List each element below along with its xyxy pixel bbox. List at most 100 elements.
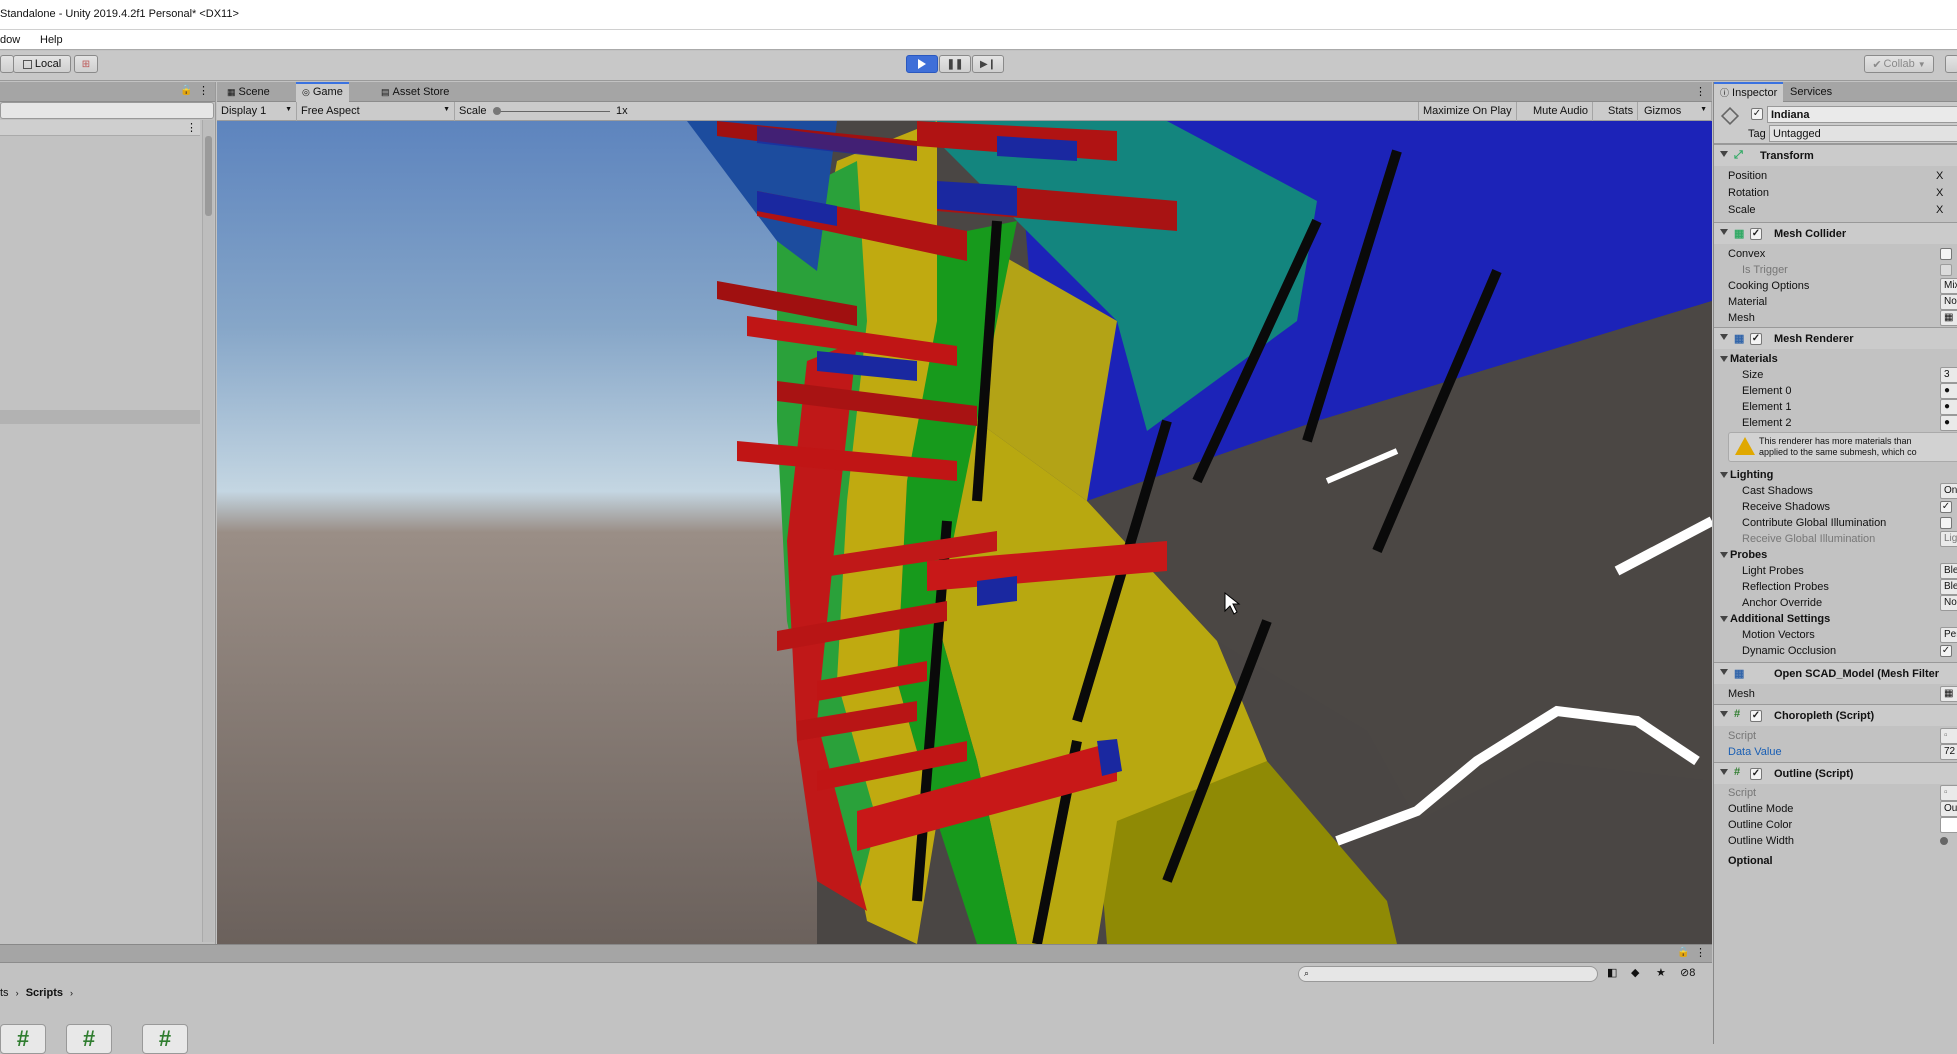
material-slot-2[interactable]: ● xyxy=(1940,415,1957,431)
tab-scene[interactable]: ▦ Scene xyxy=(221,82,276,102)
enabled-checkbox[interactable]: ✓ xyxy=(1750,710,1762,722)
object-name: Indiana xyxy=(1771,109,1810,121)
display-label: Display 1 xyxy=(221,105,267,117)
step-button[interactable]: ▶❙ xyxy=(972,55,1004,73)
check-icon: ✔ xyxy=(1872,58,1882,71)
snap-button[interactable]: ⊞ xyxy=(74,55,98,73)
receive-shadows-checkbox[interactable]: ✓ xyxy=(1940,501,1952,513)
breadcrumb-item[interactable]: ts xyxy=(0,987,9,999)
script-icon: # xyxy=(1734,708,1741,720)
mesh-field[interactable]: ▦ xyxy=(1940,310,1957,326)
field-label: Mesh xyxy=(1728,312,1755,324)
scale-thumb[interactable] xyxy=(493,107,501,115)
field-label: Position xyxy=(1728,170,1768,182)
menu-dots-icon[interactable]: ⋮ xyxy=(198,84,209,97)
enabled-checkbox[interactable]: ✓ xyxy=(1750,333,1762,345)
pivot-local-button[interactable]: Local xyxy=(13,55,71,73)
enabled-checkbox[interactable]: ✓ xyxy=(1750,228,1762,240)
stats-button[interactable]: Stats xyxy=(1604,102,1639,121)
gizmos-dropdown[interactable]: Gizmos ▼ xyxy=(1640,102,1712,121)
local-label: Local xyxy=(34,58,62,70)
mesh-row: Mesh ▦ xyxy=(1714,308,1957,328)
contribute-gi-checkbox[interactable] xyxy=(1940,517,1952,529)
script-asset-icon[interactable]: # xyxy=(66,1024,112,1054)
field-label: Element 0 xyxy=(1742,385,1792,397)
mesh-renderer-icon: ▦ xyxy=(1734,333,1745,345)
favorite-icon[interactable]: ★ xyxy=(1656,966,1666,979)
scale-label: Scale xyxy=(459,105,487,117)
breadcrumb-current[interactable]: Scripts xyxy=(26,987,63,999)
choropleth-header[interactable]: # ✓ Choropleth (Script) xyxy=(1714,704,1957,726)
pause-button[interactable]: ❚❚ xyxy=(939,55,971,73)
mesh-filter-header[interactable]: ▦ Open SCAD_Model (Mesh Filter xyxy=(1714,662,1957,684)
active-checkbox[interactable]: ✓ xyxy=(1751,108,1763,120)
mesh-collider-header[interactable]: ▦ ✓ Mesh Collider xyxy=(1714,222,1957,244)
display-dropdown[interactable]: Display 1 ▼ xyxy=(217,102,297,121)
tab-services[interactable]: Services xyxy=(1784,82,1838,102)
tab-asset-store[interactable]: ▤ Asset Store xyxy=(375,82,455,102)
tag-dropdown[interactable]: Untagged xyxy=(1769,125,1957,142)
scale-slider[interactable]: Scale 1x xyxy=(455,102,640,121)
section-label: Optional xyxy=(1728,855,1773,867)
mesh-renderer-header[interactable]: ▦ ✓ Mesh Renderer xyxy=(1714,327,1957,349)
filter-label-icon[interactable]: ◆ xyxy=(1631,966,1639,979)
search-icon: ⌕ xyxy=(1304,968,1310,978)
label: Stats xyxy=(1608,105,1634,117)
project-search-input[interactable]: ⌕ xyxy=(1298,966,1598,982)
fold-arrow-icon xyxy=(1720,229,1728,235)
outline-header[interactable]: # ✓ Outline (Script) xyxy=(1714,762,1957,784)
tab-inspector[interactable]: ⓘ Inspector xyxy=(1714,82,1784,102)
lock-icon[interactable]: 🔒 xyxy=(180,85,192,96)
scrollbar-thumb[interactable] xyxy=(205,136,212,216)
object-name-field[interactable]: Indiana xyxy=(1767,106,1957,123)
field-label: Anchor Override xyxy=(1742,597,1823,609)
hierarchy-scrollbar[interactable] xyxy=(202,120,214,942)
tag-label: Tag xyxy=(1748,128,1766,140)
collab-button[interactable]: ✔ Collab ▼ xyxy=(1864,55,1934,73)
convex-checkbox[interactable] xyxy=(1940,248,1952,260)
field-label: Receive Shadows xyxy=(1742,501,1831,513)
menu-dots-icon[interactable]: ⋮ xyxy=(1695,85,1706,98)
account-button[interactable] xyxy=(1945,55,1957,73)
menu-help[interactable]: Help xyxy=(40,34,63,46)
menu-dots-icon[interactable]: ⋮ xyxy=(186,121,197,134)
maximize-on-play-button[interactable]: Maximize On Play xyxy=(1418,102,1517,121)
fold-arrow-icon xyxy=(1720,669,1728,675)
section-label: Lighting xyxy=(1730,469,1774,481)
hierarchy-search-input[interactable] xyxy=(0,102,214,119)
play-button[interactable] xyxy=(906,55,938,73)
aspect-dropdown[interactable]: Free Aspect ▼ xyxy=(297,102,455,121)
game-viewport[interactable] xyxy=(217,121,1712,944)
mute-audio-button[interactable]: Mute Audio xyxy=(1529,102,1594,121)
menu-dots-icon[interactable]: ⋮ xyxy=(1695,946,1706,959)
field-label: Cast Shadows xyxy=(1742,485,1813,497)
mesh-collider-icon: ▦ xyxy=(1734,228,1745,240)
hidden-packages-icon[interactable]: ⊘8 xyxy=(1680,966,1695,979)
is-trigger-checkbox[interactable] xyxy=(1940,264,1952,276)
tab-game[interactable]: ◎ Game xyxy=(296,82,349,102)
fold-arrow-icon xyxy=(1720,151,1728,157)
hierarchy-selected-row[interactable] xyxy=(0,410,200,424)
field-label: Outline Width xyxy=(1728,835,1795,847)
tool-handle-button[interactable] xyxy=(0,55,14,73)
lock-icon[interactable]: 🔒 xyxy=(1677,947,1689,958)
store-icon: ▤ xyxy=(381,87,390,97)
gamepad-icon: ◎ xyxy=(302,87,310,97)
outline-width-row: Outline Width xyxy=(1714,831,1957,851)
menu-window[interactable]: dow xyxy=(0,34,20,46)
fold-arrow-icon xyxy=(1720,616,1728,622)
transform-header[interactable]: ⤢ Transform xyxy=(1714,144,1957,166)
dynamic-occlusion-checkbox[interactable]: ✓ xyxy=(1940,645,1952,657)
scale-track[interactable] xyxy=(495,111,610,112)
step-icon: ▶❙ xyxy=(979,58,997,70)
data-value-field[interactable]: 72 xyxy=(1940,744,1957,760)
field-label: Outline Color xyxy=(1728,819,1793,831)
script-asset-icon[interactable]: # xyxy=(142,1024,188,1054)
mesh-field[interactable]: ▦ xyxy=(1940,686,1957,702)
field-label: Mesh xyxy=(1728,688,1755,700)
outline-width-slider-thumb[interactable] xyxy=(1940,837,1948,845)
fold-arrow-icon xyxy=(1720,356,1728,362)
filter-type-icon[interactable]: ◧ xyxy=(1607,966,1617,979)
enabled-checkbox[interactable]: ✓ xyxy=(1750,768,1762,780)
script-asset-icon[interactable]: # xyxy=(0,1024,46,1054)
